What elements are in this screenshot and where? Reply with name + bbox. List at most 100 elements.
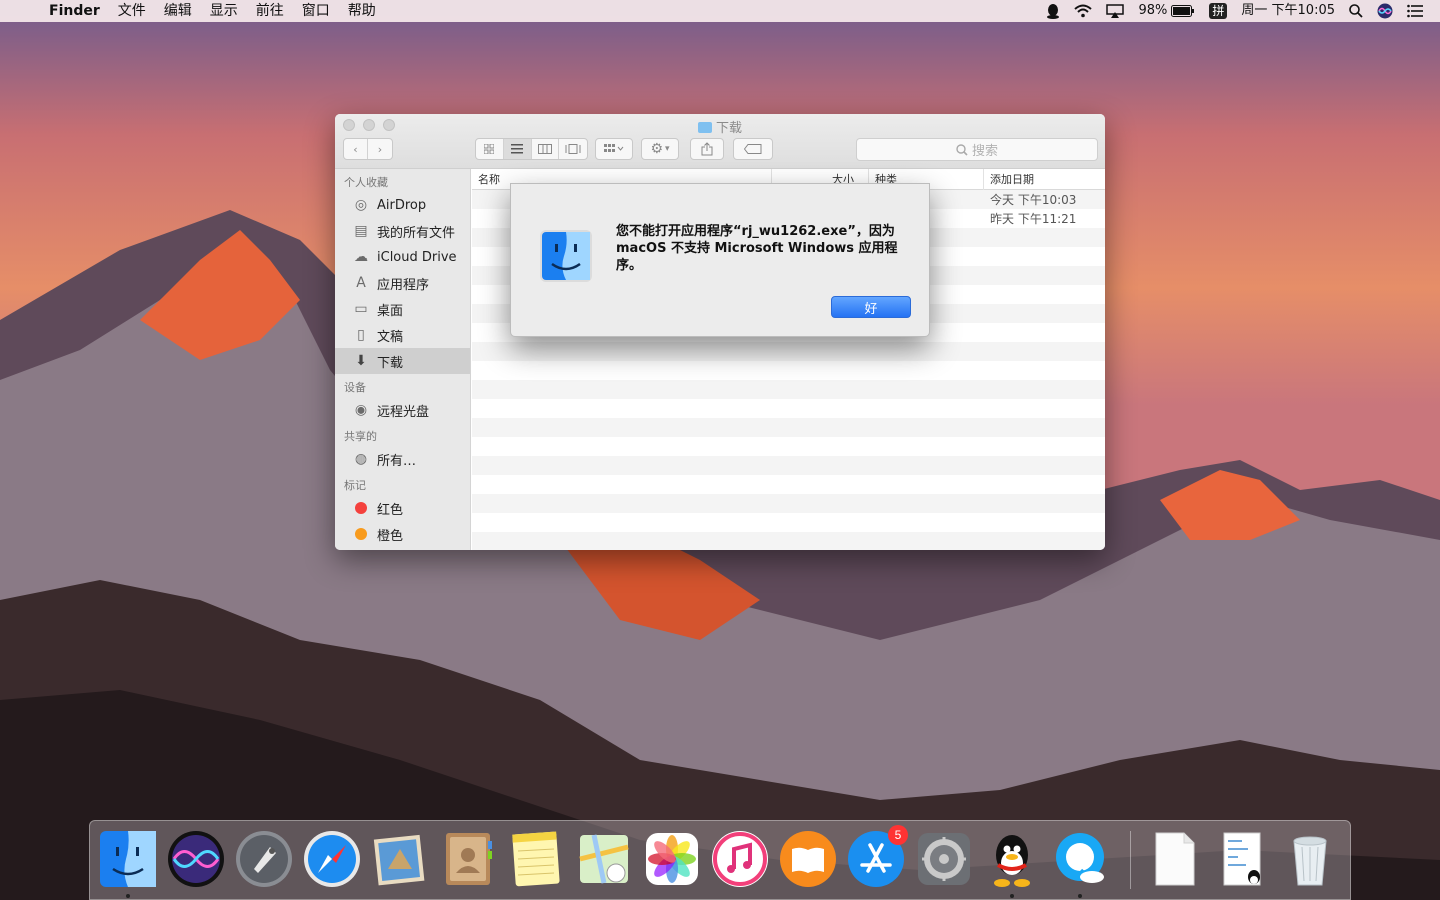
toolbar: 下载 ‹ › ⚙ ▾ 搜索 xyxy=(335,114,1105,169)
battery-status[interactable]: 98% xyxy=(1131,0,1202,22)
dock-siri-icon[interactable] xyxy=(166,829,226,889)
all-files-icon: ▤ xyxy=(354,223,368,239)
dock-qq-chat-file-icon[interactable] xyxy=(1212,829,1272,889)
sidebar-item-label: 红色 xyxy=(377,502,404,518)
dock-trash-icon[interactable] xyxy=(1280,829,1340,889)
sidebar-item-desktop[interactable]: ▭ 桌面 xyxy=(335,296,470,322)
red-tag-dot-icon xyxy=(355,502,367,514)
sidebar-item-airdrop[interactable]: ◎ AirDrop xyxy=(335,192,470,218)
share-button[interactable] xyxy=(690,138,724,160)
battery-icon xyxy=(1171,5,1195,17)
download-icon: ⬇ xyxy=(355,353,367,369)
list-view-button[interactable] xyxy=(503,139,532,159)
menu-edit[interactable]: 编辑 xyxy=(155,0,201,22)
sidebar-item-label: iCloud Drive xyxy=(377,249,457,265)
dock-mail-icon[interactable] xyxy=(370,829,430,889)
sidebar-item-tag-red[interactable]: 红色 xyxy=(335,495,470,521)
column-header-date-added[interactable]: 添加日期 xyxy=(984,169,1105,190)
qq-status-icon[interactable] xyxy=(1039,0,1067,22)
clock[interactable]: 周一 下午10:05 xyxy=(1234,0,1342,22)
documents-icon: ▯ xyxy=(357,327,365,343)
empty-row xyxy=(472,494,1105,513)
spotlight-search-icon[interactable] xyxy=(1342,0,1370,22)
sidebar-header-devices: 设备 xyxy=(344,381,366,394)
dock-photos-icon[interactable] xyxy=(642,829,702,889)
app-menu-finder[interactable]: Finder xyxy=(40,0,109,22)
dock-finder-icon[interactable] xyxy=(98,829,158,889)
column-view-button[interactable] xyxy=(532,139,560,159)
sidebar-item-applications[interactable]: A 应用程序 xyxy=(335,270,470,296)
empty-row xyxy=(472,532,1105,550)
sidebar-item-all-shared[interactable]: ◍ 所有… xyxy=(335,446,470,472)
sidebar-item-tag-orange[interactable]: 橙色 xyxy=(335,521,470,547)
sidebar-item-documents[interactable]: ▯ 文稿 xyxy=(335,322,470,348)
disc-icon: ◉ xyxy=(354,402,368,418)
sidebar-item-label: 远程光盘 xyxy=(377,404,430,420)
input-method-label: 拼 xyxy=(1209,3,1228,19)
orange-tag-dot-icon xyxy=(355,528,367,540)
battery-percent: 98% xyxy=(1138,3,1168,18)
search-placeholder: 搜索 xyxy=(971,144,998,159)
empty-row xyxy=(472,475,1105,494)
nav-buttons: ‹ › xyxy=(343,138,393,160)
running-indicator xyxy=(126,894,130,898)
window-title: 下载 xyxy=(335,117,1105,136)
running-indicator xyxy=(1010,894,1014,898)
menu-view[interactable]: 显示 xyxy=(201,0,247,22)
airplay-icon[interactable] xyxy=(1099,0,1131,22)
empty-row xyxy=(472,513,1105,532)
tag-icon xyxy=(744,144,762,154)
dock-document-icon[interactable] xyxy=(1144,829,1204,889)
arrange-button[interactable] xyxy=(595,138,633,160)
search-field[interactable]: 搜索 xyxy=(856,138,1098,161)
dock-safari-icon[interactable] xyxy=(302,829,362,889)
dock-contacts-icon[interactable] xyxy=(438,829,498,889)
file-date-cell: 昨天 下午11:21 xyxy=(990,212,1077,226)
notification-center-icon[interactable] xyxy=(1400,0,1430,22)
menu-go[interactable]: 前往 xyxy=(247,0,293,22)
forward-button[interactable]: › xyxy=(368,139,392,159)
sidebar-item-label: 文稿 xyxy=(377,329,404,345)
siri-menubar-icon[interactable] xyxy=(1370,0,1400,22)
dock-ibooks-icon[interactable] xyxy=(778,829,838,889)
sidebar-item-all-files[interactable]: ▤ 我的所有文件 xyxy=(335,218,470,244)
menu-file[interactable]: 文件 xyxy=(109,0,155,22)
sidebar-item-label: 我的所有文件 xyxy=(377,225,456,241)
dock-notes-icon[interactable] xyxy=(506,829,566,889)
dock-system-preferences-icon[interactable] xyxy=(914,829,974,889)
dock-itunes-icon[interactable] xyxy=(710,829,770,889)
sidebar-item-label: 下载 xyxy=(377,355,404,371)
ok-button[interactable]: 好 xyxy=(831,296,911,318)
desktop-icon: ▭ xyxy=(354,301,368,317)
cloud-icon: ☁ xyxy=(354,249,368,265)
dock-qq-browser-icon[interactable] xyxy=(1050,829,1110,889)
icon-view-button[interactable] xyxy=(476,139,504,159)
menu-help[interactable]: 帮助 xyxy=(339,0,385,22)
sidebar-item-label: 橙色 xyxy=(377,528,404,544)
airdrop-icon: ◎ xyxy=(354,197,368,213)
sidebar-item-remote-disc[interactable]: ◉ 远程光盘 xyxy=(335,397,470,423)
sidebar-item-icloud-drive[interactable]: ☁ iCloud Drive xyxy=(335,244,470,270)
input-method-icon[interactable]: 拼 xyxy=(1202,0,1234,22)
empty-row xyxy=(472,342,1105,361)
sidebar-item-label: 桌面 xyxy=(377,303,404,319)
sidebar-header-tags: 标记 xyxy=(344,479,366,492)
action-gear-button[interactable]: ⚙ ▾ xyxy=(641,138,679,160)
alert-message: 您不能打开应用程序“rj_wu1262.exe”，因为macOS 不支持 Mic… xyxy=(616,224,898,273)
finder-sidebar: 个人收藏 ◎ AirDrop ▤ 我的所有文件 ☁ iCloud Drive A… xyxy=(335,169,471,550)
tags-button[interactable] xyxy=(733,138,773,160)
gallery-view-button[interactable] xyxy=(559,139,587,159)
menu-window[interactable]: 窗口 xyxy=(293,0,339,22)
back-button[interactable]: ‹ xyxy=(344,139,368,159)
app-store-badge: 5 xyxy=(888,825,908,845)
dock-qq-icon[interactable] xyxy=(982,829,1042,889)
dock-separator xyxy=(1130,831,1131,889)
dock-maps-icon[interactable] xyxy=(574,829,634,889)
dock-app-store-icon[interactable]: 5 xyxy=(846,825,908,889)
sidebar-item-downloads[interactable]: ⬇ 下载 xyxy=(335,348,470,374)
wifi-icon[interactable] xyxy=(1067,0,1099,22)
empty-row xyxy=(472,399,1105,418)
dock-launchpad-icon[interactable] xyxy=(234,829,294,889)
finder-app-icon xyxy=(538,228,594,284)
file-date-cell: 今天 下午10:03 xyxy=(990,193,1077,207)
